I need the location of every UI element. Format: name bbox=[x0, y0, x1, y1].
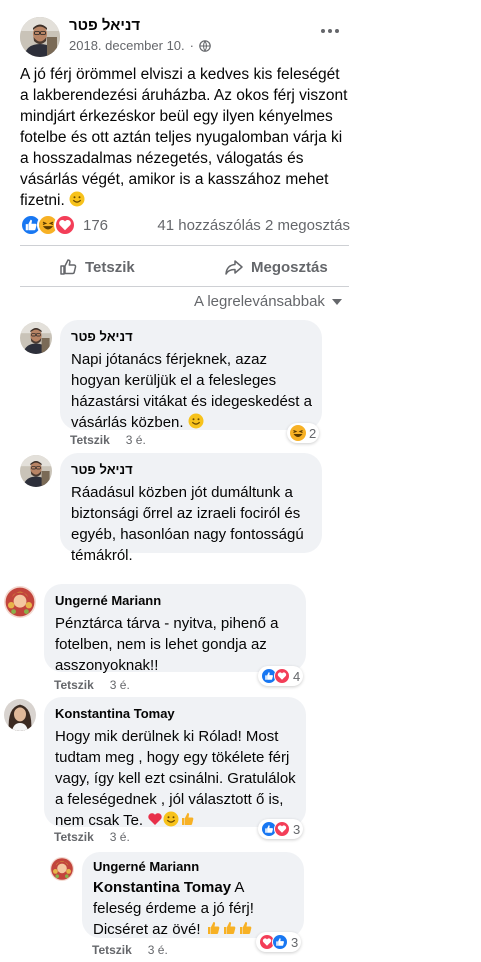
comment-text: Konstantina Tomay A feleség érdeme a jó … bbox=[93, 877, 294, 940]
comment-bubble: דניאל פטר Ráadásul közben jót dumáltunk … bbox=[60, 453, 322, 564]
love-reaction-icon bbox=[274, 668, 290, 684]
share-button-label: Megosztás bbox=[251, 258, 328, 276]
comment-like-link[interactable]: Tetszik bbox=[92, 943, 132, 957]
comment-author[interactable]: Konstantina Tomay bbox=[55, 705, 296, 722]
post-meta: 2018. december 10. · bbox=[69, 38, 211, 53]
love-reaction-icon bbox=[274, 821, 290, 837]
comment-time[interactable]: 3 é. bbox=[126, 433, 146, 447]
comment-avatar[interactable] bbox=[4, 586, 36, 618]
smile-emoji bbox=[163, 811, 179, 827]
divider bbox=[20, 245, 349, 246]
reaction-icons[interactable] bbox=[20, 214, 76, 236]
comment-text: Pénztárca tárva - nyitva, pihenő a fotel… bbox=[55, 615, 279, 674]
comment-reactions[interactable]: 4 bbox=[258, 666, 304, 686]
comments-shares-count[interactable]: 41 hozzászólás 2 megosztás bbox=[157, 217, 350, 234]
reaction-count[interactable]: 176 bbox=[83, 217, 108, 234]
comment-author[interactable]: דניאל פטר bbox=[71, 461, 312, 478]
comment-reactions[interactable]: 2 bbox=[287, 423, 320, 443]
share-button[interactable]: Megosztás bbox=[224, 256, 328, 278]
post-date[interactable]: 2018. december 10. bbox=[69, 38, 185, 53]
comment-like-link[interactable]: Tetszik bbox=[54, 678, 94, 692]
thumbs-up-emoji bbox=[205, 920, 221, 936]
reactions-row: 176 41 hozzászólás 2 megosztás bbox=[20, 214, 350, 238]
comment-reaction-count: 4 bbox=[293, 668, 301, 684]
comment-avatar[interactable] bbox=[20, 455, 52, 487]
heart-emoji bbox=[147, 811, 163, 827]
comment-reaction-count: 2 bbox=[309, 425, 317, 441]
share-arrow-icon bbox=[225, 260, 243, 275]
comment-actions: Tetszik 3 é. bbox=[54, 678, 130, 692]
post-text-body: A jó férj örömmel elviszi a kedves kis f… bbox=[20, 66, 348, 209]
sort-label: A legrelevánsabbak bbox=[194, 293, 325, 310]
comment-time[interactable]: 3 é. bbox=[110, 830, 130, 844]
author-avatar[interactable] bbox=[20, 17, 60, 57]
haha-reaction-icon bbox=[290, 425, 306, 441]
comment-bubble: Ungerné Mariann Pénztárca tárva - nyitva… bbox=[44, 584, 306, 674]
comment-actions: Tetszik 3 é. bbox=[70, 433, 146, 447]
post-text: A jó férj örömmel elviszi a kedves kis f… bbox=[20, 64, 350, 211]
reply-bubble: Ungerné Mariann Konstantina Tomay A fele… bbox=[82, 852, 304, 938]
comment-actions: Tetszik 3 é. bbox=[54, 830, 130, 844]
comment-like-link[interactable]: Tetszik bbox=[54, 830, 94, 844]
comment-reactions[interactable]: 3 bbox=[256, 932, 302, 952]
comment-avatar[interactable] bbox=[20, 322, 52, 354]
reply-avatar[interactable] bbox=[50, 857, 74, 881]
comment-reactions[interactable]: 3 bbox=[258, 819, 304, 839]
comment-author[interactable]: דניאל פטר bbox=[71, 328, 312, 345]
thumbs-up-emoji bbox=[237, 920, 253, 936]
comment-like-link[interactable]: Tetszik bbox=[70, 433, 110, 447]
more-icon[interactable] bbox=[318, 26, 342, 36]
comment-author[interactable]: Ungerné Mariann bbox=[55, 592, 296, 609]
comment-time[interactable]: 3 é. bbox=[148, 943, 168, 957]
comment-time[interactable]: 3 é. bbox=[110, 678, 130, 692]
smile-emoji bbox=[69, 191, 85, 207]
comment-text: Napi jótanács férjeknek, azaz hogyan ker… bbox=[71, 349, 312, 433]
comment-reaction-count: 3 bbox=[291, 934, 299, 950]
comment-author[interactable]: Ungerné Mariann bbox=[93, 858, 294, 875]
thumbs-up-emoji bbox=[221, 920, 237, 936]
comment-bubble: דניאל פטר Napi jótanács férjeknek, azaz … bbox=[60, 320, 322, 433]
post-author-name[interactable]: דניאל פטר bbox=[69, 17, 140, 34]
comment-reaction-count: 3 bbox=[293, 821, 301, 837]
love-reaction-icon bbox=[54, 214, 76, 236]
like-button[interactable]: Tetszik bbox=[58, 256, 135, 278]
post-card: דניאל פטר 2018. december 10. · A jó férj… bbox=[0, 0, 360, 312]
like-reaction-icon bbox=[272, 934, 288, 950]
comment-avatar[interactable] bbox=[4, 699, 36, 731]
mention-link[interactable]: Konstantina Tomay bbox=[93, 879, 231, 896]
like-button-label: Tetszik bbox=[85, 258, 135, 276]
comment-text: Ráadásul közben jót dumáltunk a biztonsá… bbox=[71, 484, 304, 564]
smile-emoji bbox=[188, 413, 204, 429]
thumbs-up-icon bbox=[60, 259, 77, 275]
comment-actions: Tetszik 3 é. bbox=[92, 943, 168, 957]
divider bbox=[20, 286, 349, 287]
thumbs-up-emoji bbox=[179, 811, 195, 827]
meta-separator: · bbox=[189, 38, 194, 53]
comment-text: Hogy mik derülnek ki Rólad! Most tudtam … bbox=[55, 726, 296, 831]
comment-bubble: Konstantina Tomay Hogy mik derülnek ki R… bbox=[44, 697, 306, 829]
comment-sort-dropdown[interactable]: A legrelevánsabbak bbox=[194, 293, 342, 310]
globe-icon bbox=[199, 39, 211, 52]
caret-down-icon bbox=[331, 298, 342, 305]
